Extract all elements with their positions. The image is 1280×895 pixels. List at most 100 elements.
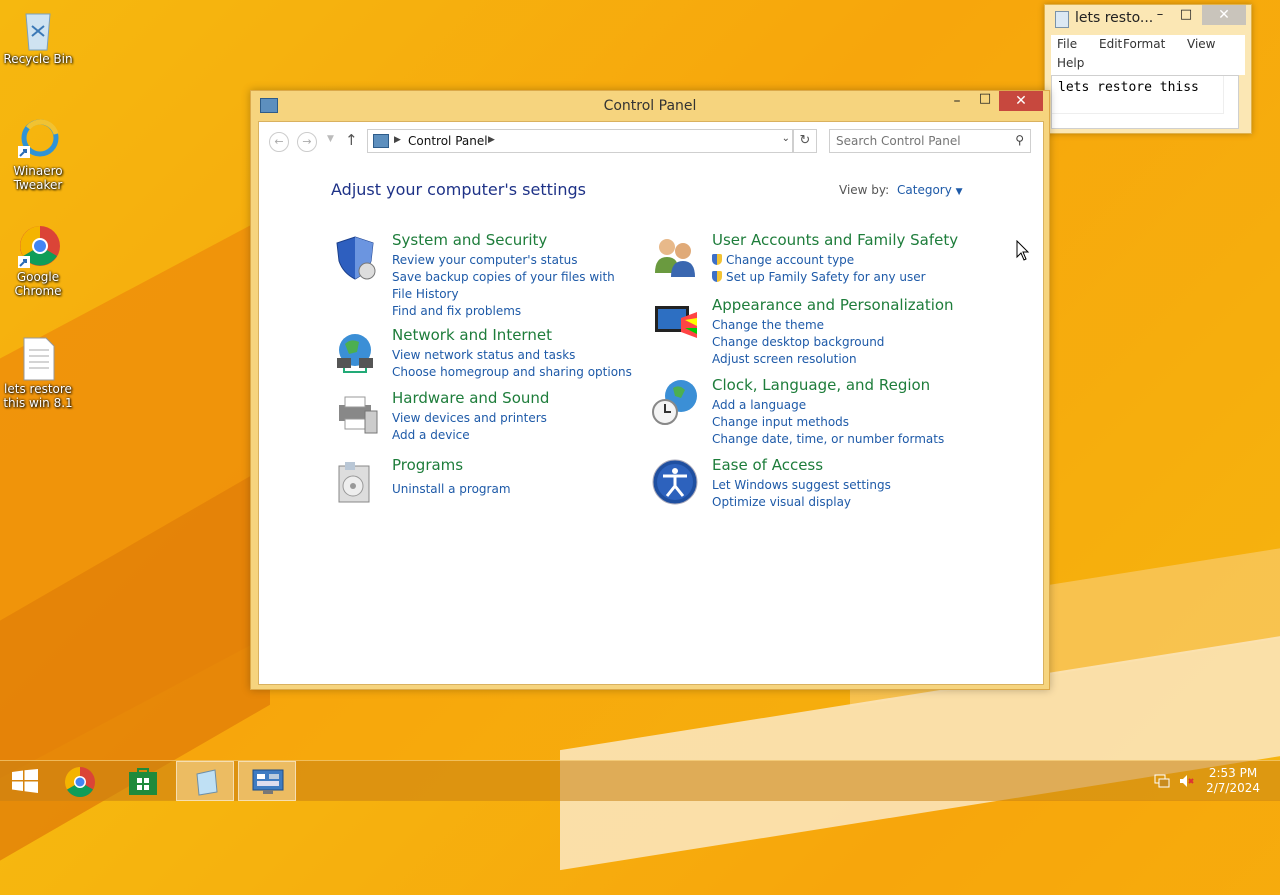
notepad-window[interactable]: lets resto... – □ ✕ File Edit Format Vie… xyxy=(1044,4,1252,134)
notepad-title: lets resto... xyxy=(1075,10,1154,26)
desktop-icon-label: Google Chrome xyxy=(14,270,62,298)
text-file-icon xyxy=(16,336,60,381)
back-button[interactable]: ← xyxy=(269,132,289,152)
breadcrumb-control-panel[interactable]: Control Panel xyxy=(408,134,488,148)
control-panel-icon xyxy=(252,769,284,794)
taskbar-notepad[interactable] xyxy=(176,761,234,801)
programs-icon xyxy=(331,458,379,506)
chrome-icon xyxy=(16,224,60,268)
chevron-right-icon[interactable]: ▶ xyxy=(488,135,495,145)
close-button[interactable]: ✕ xyxy=(999,91,1043,111)
notepad-vertical-scrollbar[interactable] xyxy=(1223,76,1238,114)
link-fix-problems[interactable]: Find and fix problems xyxy=(392,303,622,320)
menu-file[interactable]: File xyxy=(1057,37,1077,51)
desktop-icon-text-file[interactable]: lets restore this win 8.1 xyxy=(0,336,76,410)
search-icon[interactable]: ⚲ xyxy=(1015,133,1024,147)
recent-pages-dropdown[interactable]: ▼ xyxy=(327,134,334,144)
menu-format[interactable]: Format xyxy=(1123,37,1165,51)
link-add-language[interactable]: Add a language xyxy=(712,397,942,414)
store-icon xyxy=(129,768,157,795)
search-input[interactable] xyxy=(834,132,1008,150)
recycle-bin-icon xyxy=(16,6,60,51)
volume-muted-icon[interactable] xyxy=(1178,773,1194,789)
notepad-maximize-button[interactable]: □ xyxy=(1173,5,1199,25)
control-panel-icon xyxy=(373,134,389,148)
desktop-icon-recycle-bin[interactable]: Recycle Bin xyxy=(0,6,76,66)
notepad-titlebar[interactable]: lets resto... – □ ✕ xyxy=(1045,5,1251,31)
link-family-safety[interactable]: Set up Family Safety for any user xyxy=(712,269,942,286)
chrome-icon xyxy=(64,767,95,798)
notepad-icon xyxy=(1055,11,1069,28)
category-title[interactable]: User Accounts and Family Safety xyxy=(712,231,958,249)
category-title[interactable]: Appearance and Personalization xyxy=(712,296,954,314)
notepad-minimize-button[interactable]: – xyxy=(1147,5,1173,25)
windows-logo-icon xyxy=(12,769,38,793)
link-network-status[interactable]: View network status and tasks xyxy=(392,347,622,364)
category-title[interactable]: System and Security xyxy=(392,231,547,249)
link-screen-resolution[interactable]: Adjust screen resolution xyxy=(712,351,942,368)
category-title[interactable]: Hardware and Sound xyxy=(392,389,549,407)
category-title[interactable]: Programs xyxy=(392,456,463,474)
view-by-dropdown[interactable]: Category ▼ xyxy=(897,183,963,197)
view-by-value: Category xyxy=(897,183,952,197)
navigation-bar: ← → ▼ ↑ ▶ Control Panel ▶ ⌄ ↻ ⚲ xyxy=(259,122,1043,160)
control-panel-window[interactable]: Control Panel – □ ✕ ← → ▼ ↑ ▶ Control Pa… xyxy=(250,90,1050,690)
search-box[interactable]: ⚲ xyxy=(829,129,1031,153)
taskbar-chrome[interactable] xyxy=(52,761,110,801)
uac-shield-icon xyxy=(712,254,722,265)
shield-icon xyxy=(331,233,379,281)
notepad-horizontal-scrollbar[interactable] xyxy=(1052,113,1224,128)
desktop-icon-google-chrome[interactable]: Google Chrome xyxy=(0,224,76,298)
forward-button[interactable]: → xyxy=(297,132,317,152)
start-button[interactable] xyxy=(0,761,58,801)
category-title[interactable]: Clock, Language, and Region xyxy=(712,376,930,394)
minimize-button[interactable]: – xyxy=(945,93,969,113)
link-windows-suggest[interactable]: Let Windows suggest settings xyxy=(712,477,942,494)
link-review-status[interactable]: Review your computer's status xyxy=(392,252,622,269)
address-bar[interactable]: ▶ Control Panel ▶ ⌄ xyxy=(367,129,793,153)
appearance-icon xyxy=(651,298,699,346)
taskbar-store[interactable] xyxy=(114,761,172,801)
taskbar: 2:53 PM 2/7/2024 xyxy=(0,760,1280,801)
menu-help[interactable]: Help xyxy=(1057,56,1084,70)
link-homegroup[interactable]: Choose homegroup and sharing options xyxy=(392,364,632,381)
chevron-right-icon: ▶ xyxy=(394,135,401,145)
category-title[interactable]: Ease of Access xyxy=(712,456,823,474)
link-input-methods[interactable]: Change input methods xyxy=(712,414,942,431)
uac-shield-icon xyxy=(712,271,722,282)
desktop-icon-label: lets restore this win 8.1 xyxy=(3,382,73,410)
notepad-icon xyxy=(196,769,218,796)
control-panel-titlebar[interactable]: Control Panel – □ ✕ xyxy=(251,91,1049,119)
link-file-history[interactable]: Save backup copies of your files with Fi… xyxy=(392,269,622,303)
link-view-devices[interactable]: View devices and printers xyxy=(392,410,622,427)
refresh-button[interactable]: ↻ xyxy=(793,129,817,153)
notepad-text-area[interactable]: lets restore thiss xyxy=(1051,75,1239,129)
users-icon xyxy=(651,233,699,281)
maximize-button[interactable]: □ xyxy=(973,91,997,111)
link-change-account-type[interactable]: Change account type xyxy=(712,252,942,269)
system-clock[interactable]: 2:53 PM 2/7/2024 xyxy=(1206,766,1260,796)
link-uninstall-program[interactable]: Uninstall a program xyxy=(392,481,622,498)
link-change-background[interactable]: Change desktop background xyxy=(712,334,942,351)
network-icon[interactable] xyxy=(1154,773,1170,789)
notepad-close-button[interactable]: ✕ xyxy=(1202,5,1246,25)
menu-view[interactable]: View xyxy=(1187,37,1215,51)
chevron-down-icon[interactable]: ⌄ xyxy=(782,133,790,144)
menu-edit[interactable]: Edit xyxy=(1099,37,1122,51)
mouse-cursor-icon xyxy=(1016,239,1030,265)
link-add-device[interactable]: Add a device xyxy=(392,427,622,444)
link-optimize-display[interactable]: Optimize visual display xyxy=(712,494,942,511)
link-change-theme[interactable]: Change the theme xyxy=(712,317,942,334)
taskbar-control-panel[interactable] xyxy=(238,761,296,801)
clock-globe-icon xyxy=(651,378,699,426)
window-title: Control Panel xyxy=(603,98,697,114)
notepad-text: lets restore thiss xyxy=(1058,80,1199,95)
caret-down-icon: ▼ xyxy=(955,187,963,197)
control-panel-content: ← → ▼ ↑ ▶ Control Panel ▶ ⌄ ↻ ⚲ Adjust y… xyxy=(258,121,1044,685)
desktop-icon-winaero-tweaker[interactable]: Winaero Tweaker xyxy=(0,118,76,192)
up-button[interactable]: ↑ xyxy=(345,131,358,149)
page-heading: Adjust your computer's settings xyxy=(331,180,586,199)
link-date-time-formats[interactable]: Change date, time, or number formats xyxy=(712,431,944,448)
category-title[interactable]: Network and Internet xyxy=(392,326,552,344)
desktop-icon-label: Recycle Bin xyxy=(3,52,73,66)
